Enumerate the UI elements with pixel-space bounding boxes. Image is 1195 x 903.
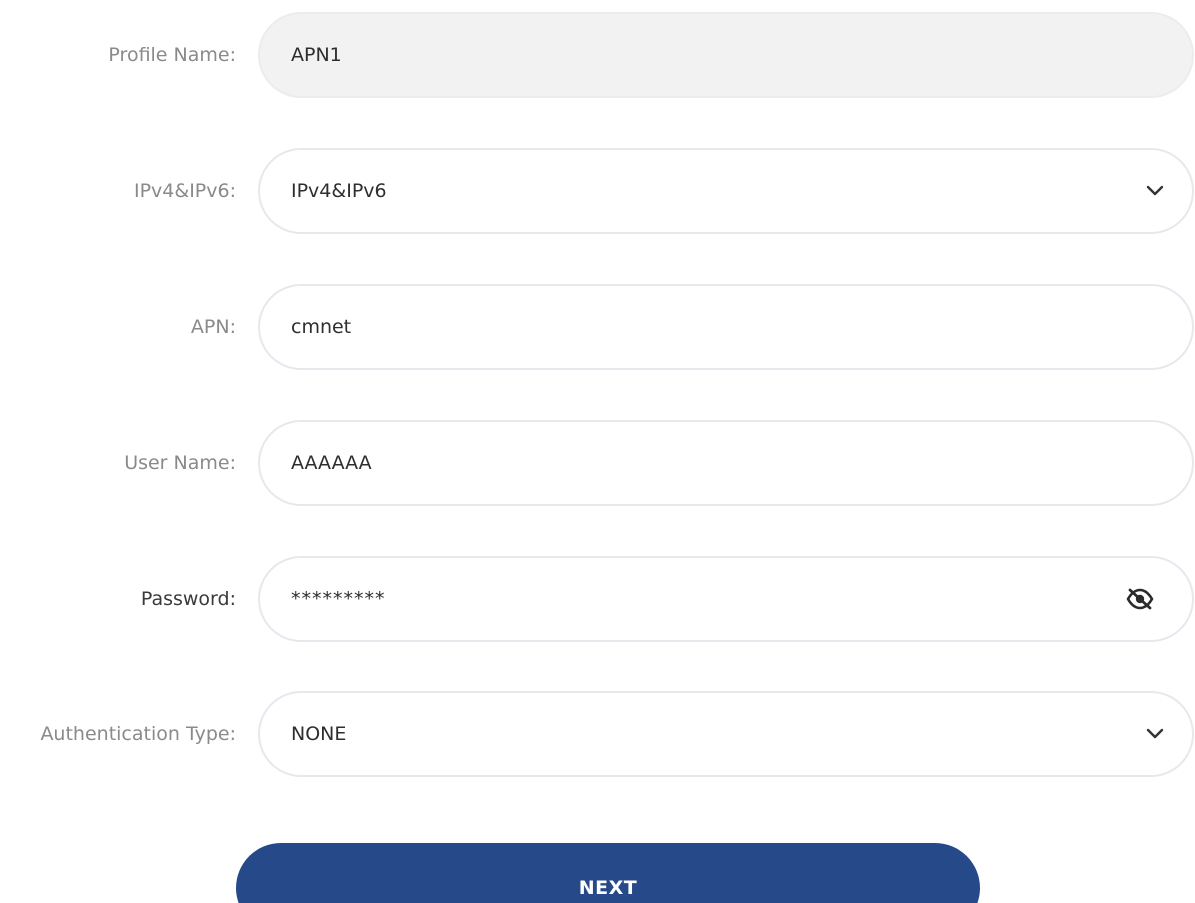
auth-type-label: Authentication Type:: [40, 723, 236, 745]
profile-name-row: Profile Name: APN1: [0, 12, 1195, 98]
profile-name-value: APN1: [291, 44, 342, 66]
auth-type-row: Authentication Type: NONE: [0, 691, 1195, 777]
password-field[interactable]: *********: [258, 556, 1194, 642]
user-name-label: User Name:: [124, 452, 236, 474]
apn-row: APN: cmnet: [0, 284, 1195, 370]
password-row: Password: *********: [0, 556, 1195, 642]
apn-value: cmnet: [291, 316, 352, 338]
password-value: *********: [291, 588, 386, 610]
auth-type-select[interactable]: NONE: [258, 691, 1194, 777]
apn-field[interactable]: cmnet: [258, 284, 1194, 370]
eye-slash-icon[interactable]: [1125, 558, 1155, 640]
profile-name-label: Profile Name:: [108, 44, 236, 66]
chevron-down-icon[interactable]: [1146, 693, 1164, 775]
ip-type-value: IPv4&IPv6: [291, 180, 387, 202]
user-name-row: User Name: AAAAAA: [0, 420, 1195, 506]
password-label: Password:: [140, 588, 236, 610]
auth-type-value: NONE: [291, 723, 347, 745]
ip-type-select[interactable]: IPv4&IPv6: [258, 148, 1194, 234]
user-name-field[interactable]: AAAAAA: [258, 420, 1194, 506]
ip-type-row: IPv4&IPv6: IPv4&IPv6: [0, 148, 1195, 234]
profile-name-field[interactable]: APN1: [258, 12, 1194, 98]
next-button[interactable]: NEXT: [236, 843, 980, 903]
user-name-value: AAAAAA: [291, 452, 372, 474]
chevron-down-icon[interactable]: [1146, 150, 1164, 232]
ip-type-label: IPv4&IPv6:: [133, 180, 236, 202]
apn-label: APN:: [190, 316, 236, 338]
